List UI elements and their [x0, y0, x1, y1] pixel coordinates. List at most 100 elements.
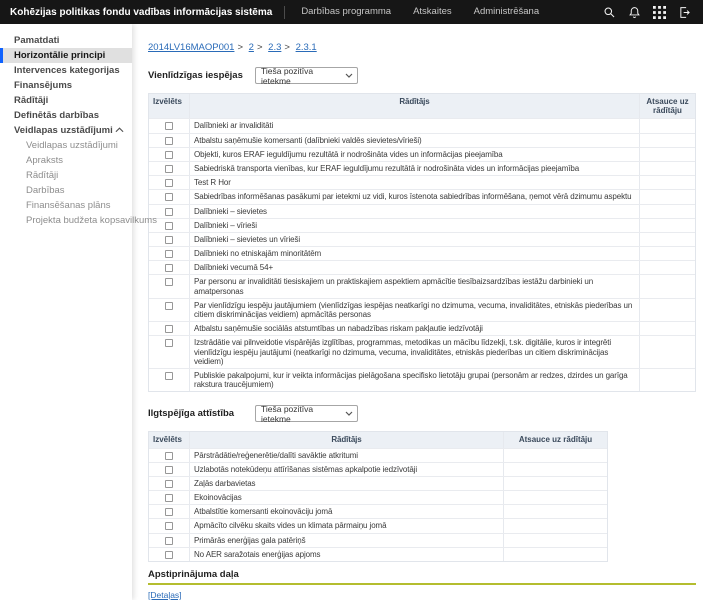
indicator-label: Ekoinovācijas — [189, 491, 503, 505]
row-checkbox[interactable] — [165, 250, 173, 259]
search-icon[interactable] — [602, 5, 616, 19]
impact-select[interactable]: Tieša pozitīva ietekme — [255, 66, 358, 86]
table-row: Atbalstu saņēmušie sociālās atstumtības … — [149, 321, 695, 336]
sidebar-item[interactable]: Rādītāji — [0, 168, 132, 183]
sidebar-item[interactable]: Apraksts — [0, 153, 132, 168]
breadcrumb-separator: > — [237, 42, 244, 53]
breadcrumb-link[interactable]: 2.3.1 — [296, 42, 317, 53]
table-row: Pārstrādātie/reģenerētie/dalīti savāktie… — [149, 447, 607, 462]
top-nav-item[interactable]: Administrēšana — [463, 0, 550, 24]
top-nav: Darbības programma Atskaites Administrēš… — [290, 0, 550, 24]
indicator-label: Dalībnieki no etniskajām minoritātēm — [189, 247, 639, 261]
checkbox-cell — [149, 519, 189, 532]
impact-select-2[interactable]: Tieša pozitīva ietekme — [255, 404, 358, 424]
indicator-label: Atbalstu saņēmušie komersanti (dalībniek… — [189, 133, 639, 147]
top-nav-item[interactable]: Darbības programma — [290, 0, 402, 24]
row-checkbox[interactable] — [165, 465, 173, 474]
details-link[interactable]: [Detaļas] — [148, 590, 182, 600]
breadcrumb-link[interactable]: 2014LV16MAOP001 — [148, 42, 234, 53]
breadcrumb-item: 2014LV16MAOP001 > — [148, 42, 246, 53]
breadcrumb-separator: > — [256, 42, 263, 53]
sidebar-item[interactable]: Pamatdati — [0, 33, 132, 48]
sidebar-item-label: Finansējums — [14, 80, 73, 91]
row-checkbox[interactable] — [165, 164, 173, 173]
sidebar-item[interactable]: Finansēšanas plāns — [0, 198, 132, 213]
header-indicator: Rādītājs — [189, 432, 503, 448]
sidebar-item[interactable]: Intervences kategorijas — [0, 63, 132, 78]
sidebar-item[interactable]: Horizontālie principi — [0, 48, 132, 63]
table-row: Objekti, kuros ERAF ieguldījumu rezultāt… — [149, 146, 695, 161]
indicator-label: Dalībnieki – vīrieši — [189, 218, 639, 232]
row-checkbox[interactable] — [165, 150, 173, 159]
indicator-label: Sabiedriskā transporta vienības, kur ERA… — [189, 161, 639, 176]
table-row: Atbalstītie komersanti ekoinovāciju jomā — [149, 504, 607, 519]
row-checkbox[interactable] — [165, 136, 173, 145]
table-row: Apmācīto cilvēku skaits vides un klimata… — [149, 518, 607, 533]
header-icons — [602, 5, 703, 19]
sidebar-item[interactable]: Projekta budžeta kopsavilkums — [0, 213, 157, 228]
reference-cell — [639, 368, 695, 392]
chevron-down-icon — [345, 73, 353, 78]
table-header-row: Izvēlēts Rādītājs Atsauce uz rādītāju — [149, 432, 607, 448]
row-checkbox[interactable] — [165, 122, 173, 131]
checkbox-cell — [149, 491, 189, 504]
app-switcher-icon[interactable] — [652, 5, 666, 19]
breadcrumb-link[interactable]: 2.3 — [268, 42, 281, 53]
table-row: Izstrādātie vai pilnveidotie vispārējās … — [149, 335, 695, 368]
indicator-label: Izstrādātie vai pilnveidotie vispārējās … — [189, 336, 639, 368]
row-checkbox[interactable] — [165, 301, 173, 310]
sidebar-item[interactable]: Veidlapas uzstādījumi — [0, 138, 132, 153]
row-checkbox[interactable] — [165, 264, 173, 273]
table-row: Zaļās darbavietas — [149, 475, 607, 491]
row-checkbox[interactable] — [165, 325, 173, 334]
logout-icon[interactable] — [677, 5, 691, 19]
reference-cell — [503, 547, 607, 561]
row-checkbox[interactable] — [165, 522, 173, 531]
breadcrumb-separator: > — [284, 42, 290, 53]
checkbox-cell — [149, 322, 189, 335]
row-checkbox[interactable] — [165, 536, 173, 545]
approval-section-title: Apstiprinājuma daļa — [148, 569, 239, 580]
indicator-label: No AER saražotais enerģijas apjoms — [189, 547, 503, 561]
row-checkbox[interactable] — [165, 451, 173, 460]
row-checkbox[interactable] — [165, 193, 173, 202]
reference-cell — [639, 275, 695, 298]
sidebar-item-label: Rādītāji — [14, 95, 49, 106]
section-label: Ilgtspējīga attīstība — [148, 408, 235, 420]
sidebar-item-label: Finansēšanas plāns — [26, 200, 111, 211]
row-checkbox[interactable] — [165, 479, 173, 488]
reference-cell — [639, 232, 695, 247]
sidebar-item[interactable]: Rādītāji — [0, 93, 132, 108]
reference-cell — [503, 505, 607, 519]
row-checkbox[interactable] — [165, 371, 173, 380]
row-checkbox[interactable] — [165, 221, 173, 230]
table-row: Sabiedriskā transporta vienības, kur ERA… — [149, 160, 695, 176]
row-checkbox[interactable] — [165, 339, 173, 348]
row-checkbox[interactable] — [165, 550, 173, 559]
row-checkbox[interactable] — [165, 508, 173, 517]
table-row: Dalībnieki ar invaliditāti — [149, 118, 695, 133]
table-row: Dalībnieki – sievietes — [149, 203, 695, 218]
indicator-label: Dalībnieki ar invaliditāti — [189, 119, 639, 133]
breadcrumb-item: 2.3.1> — [296, 42, 317, 53]
table-row: Atbalstu saņēmušie komersanti (dalībniek… — [149, 132, 695, 147]
reference-cell — [503, 533, 607, 547]
checkbox-cell — [149, 299, 189, 321]
row-checkbox[interactable] — [165, 235, 173, 244]
indicator-label: Uzlabotās notekūdeņu attīrīšanas sistēma… — [189, 462, 503, 476]
checkbox-cell — [149, 534, 189, 547]
sidebar-item-label: Intervences kategorijas — [14, 65, 120, 76]
notifications-icon[interactable] — [627, 5, 641, 19]
sidebar-item[interactable]: Darbības — [0, 183, 132, 198]
row-checkbox[interactable] — [165, 278, 173, 287]
sidebar-item[interactable]: Definētās darbības — [0, 108, 132, 123]
sidebar-item[interactable]: Veidlapas uzstādījumi — [0, 123, 132, 138]
sidebar-item-label: Projekta budžeta kopsavilkums — [26, 215, 157, 226]
row-checkbox[interactable] — [165, 494, 173, 503]
top-nav-item[interactable]: Atskaites — [402, 0, 463, 24]
indicator-label: Dalībnieki – sievietes — [189, 204, 639, 218]
breadcrumb-link[interactable]: 2 — [249, 42, 254, 53]
sidebar-item[interactable]: Finansējums — [0, 78, 132, 93]
row-checkbox[interactable] — [165, 207, 173, 216]
row-checkbox[interactable] — [165, 179, 173, 188]
